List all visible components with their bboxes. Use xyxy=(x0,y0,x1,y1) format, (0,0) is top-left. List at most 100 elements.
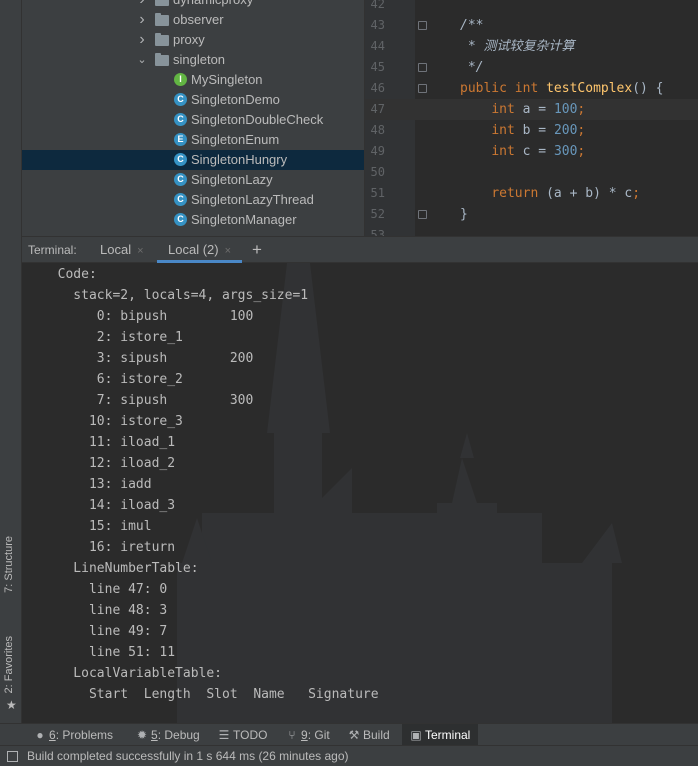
tree-item[interactable]: C SingletonHungry xyxy=(22,150,364,170)
code-line: 42 xyxy=(365,0,698,15)
terminal-title: Terminal: xyxy=(28,243,77,257)
tree-item-label: dynamicproxy xyxy=(173,0,253,10)
line-number: 51 xyxy=(370,186,385,200)
terminal-line: 6: istore_2 xyxy=(42,372,183,387)
code-token: () { xyxy=(632,81,664,96)
code-text: int b = 200; xyxy=(460,120,585,141)
tool-tab-todo[interactable]: ☰ TODO xyxy=(210,724,275,746)
tree-item[interactable]: C SingletonDoubleCheck xyxy=(22,110,364,130)
folder-icon xyxy=(155,0,169,6)
class-icon: C xyxy=(174,93,187,106)
code-token: return xyxy=(491,186,547,201)
close-icon[interactable]: × xyxy=(225,245,231,257)
terminal-line: line 48: 3 xyxy=(42,603,168,618)
tree-item[interactable]: E SingletonEnum xyxy=(22,130,364,150)
tree-item-label: SingletonEnum xyxy=(191,132,280,147)
code-text: /** xyxy=(460,18,484,33)
code-token: int xyxy=(491,102,523,117)
code-text: int a = 100; xyxy=(460,99,585,120)
code-editor[interactable]: 42 43/** 44 * 测试较复杂计算 45 */ 46 public int tes… xyxy=(364,0,698,236)
star-icon: ★ xyxy=(6,698,17,712)
close-icon[interactable]: × xyxy=(137,245,143,257)
fold-icon[interactable] xyxy=(418,84,427,93)
terminal-line: 0: bipush 100 xyxy=(42,309,254,324)
interface-icon: I xyxy=(174,73,187,86)
structure-tool-tab[interactable]: 7: Structure xyxy=(3,536,15,593)
chevron-right-icon[interactable]: › xyxy=(136,10,148,30)
favorites-tool-tab[interactable]: 2: Favorites xyxy=(3,636,15,693)
line-number: 46 xyxy=(370,81,385,95)
line-number: 47 xyxy=(370,102,385,116)
terminal-line: line 51: 11 xyxy=(42,645,176,660)
code-line: 43 /** xyxy=(365,15,698,36)
git-icon: ⑂ xyxy=(288,728,296,742)
tool-tab-git[interactable]: ⑂ 9: Git xyxy=(278,724,338,746)
terminal-line: 14: iload_3 xyxy=(42,498,176,513)
code-line: 46 public int testComplex() { xyxy=(365,78,698,99)
tool-tab-label: Build xyxy=(363,728,390,742)
terminal-line: 10: istore_3 xyxy=(42,414,183,429)
folder-icon xyxy=(155,33,169,46)
tab-local-2-label: Local (2) xyxy=(168,242,219,257)
tool-tab-label: : Problems xyxy=(55,728,114,742)
build-icon: ⚒ xyxy=(348,728,360,742)
tree-item[interactable]: C SingletonLazy xyxy=(22,170,364,190)
code-token: b = xyxy=(522,123,554,138)
terminal-line: Start Length Slot Name Signature xyxy=(42,687,379,702)
tree-item[interactable]: › proxy xyxy=(22,30,364,50)
tab-local[interactable]: Local × xyxy=(100,237,144,263)
code-text: public int testComplex() { xyxy=(460,78,664,99)
code-token: ; xyxy=(632,186,641,201)
tree-item[interactable]: C SingletonDemo xyxy=(22,90,364,110)
code-line: 48 int b = 200; xyxy=(365,120,698,141)
tree-item[interactable]: › observer xyxy=(22,10,364,30)
line-number: 45 xyxy=(370,60,385,74)
tool-tab-label: Terminal xyxy=(425,728,471,742)
tool-tab-terminal[interactable]: ▣ Terminal xyxy=(402,724,479,746)
tree-item-label: SingletonDoubleCheck xyxy=(191,112,324,127)
terminal-line: 2: istore_1 xyxy=(42,330,183,345)
tab-local-2[interactable]: Local (2) × xyxy=(157,237,243,263)
tree-item[interactable]: C SingletonManager xyxy=(22,210,364,230)
terminal-line: 12: iload_2 xyxy=(42,456,176,471)
code-token: 100 xyxy=(553,102,578,117)
folder-icon xyxy=(155,53,169,66)
terminal-line: 13: iadd xyxy=(42,477,152,492)
tree-item[interactable]: I MySingleton xyxy=(22,70,364,90)
new-tab-button[interactable]: + xyxy=(252,238,262,262)
terminal-line: 16: ireturn xyxy=(42,540,176,555)
chevron-down-icon[interactable]: ⌄ xyxy=(136,50,148,70)
todo-icon: ☰ xyxy=(218,728,230,742)
terminal-output[interactable]: Code: stack=2, locals=4, args_size=1 0: … xyxy=(22,263,698,723)
tree-item[interactable]: C SingletonLazyThread xyxy=(22,190,364,210)
tree-item-label: MySingleton xyxy=(191,72,263,87)
code-line: 47 int a = 100; xyxy=(365,99,698,120)
fold-icon[interactable] xyxy=(418,210,427,219)
code-token: ; xyxy=(577,123,586,138)
code-token: int xyxy=(491,123,523,138)
tool-tab-build[interactable]: ⚒ Build xyxy=(340,724,398,746)
code-token: ; xyxy=(577,144,586,159)
code-text: } xyxy=(460,207,468,222)
chevron-right-icon[interactable]: › xyxy=(136,0,148,10)
terminal-line: 7: sipush 300 xyxy=(42,393,254,408)
tool-tab-problems[interactable]: ● 6: Problems xyxy=(26,724,121,746)
code-token: a = xyxy=(522,102,554,117)
code-line: 44 * 测试较复杂计算 xyxy=(365,36,698,57)
tool-tab-debug[interactable]: ✹ 5: Debug xyxy=(128,724,208,746)
terminal-line: 11: iload_1 xyxy=(42,435,176,450)
problems-icon: ● xyxy=(36,728,44,742)
tree-item[interactable]: › dynamicproxy xyxy=(22,0,364,10)
chevron-right-icon[interactable]: › xyxy=(136,30,148,50)
folder-icon xyxy=(155,13,169,26)
code-text: */ xyxy=(460,60,484,75)
code-token: (a + b) * c xyxy=(546,186,633,201)
terminal-line: LocalVariableTable: xyxy=(42,666,223,681)
fold-icon[interactable] xyxy=(418,21,427,30)
panel-toggle-icon[interactable] xyxy=(7,751,18,762)
fold-icon[interactable] xyxy=(418,63,427,72)
terminal-header: Terminal: Local × Local (2) × + xyxy=(22,236,698,263)
tree-item[interactable]: ⌄ singleton xyxy=(22,50,364,70)
